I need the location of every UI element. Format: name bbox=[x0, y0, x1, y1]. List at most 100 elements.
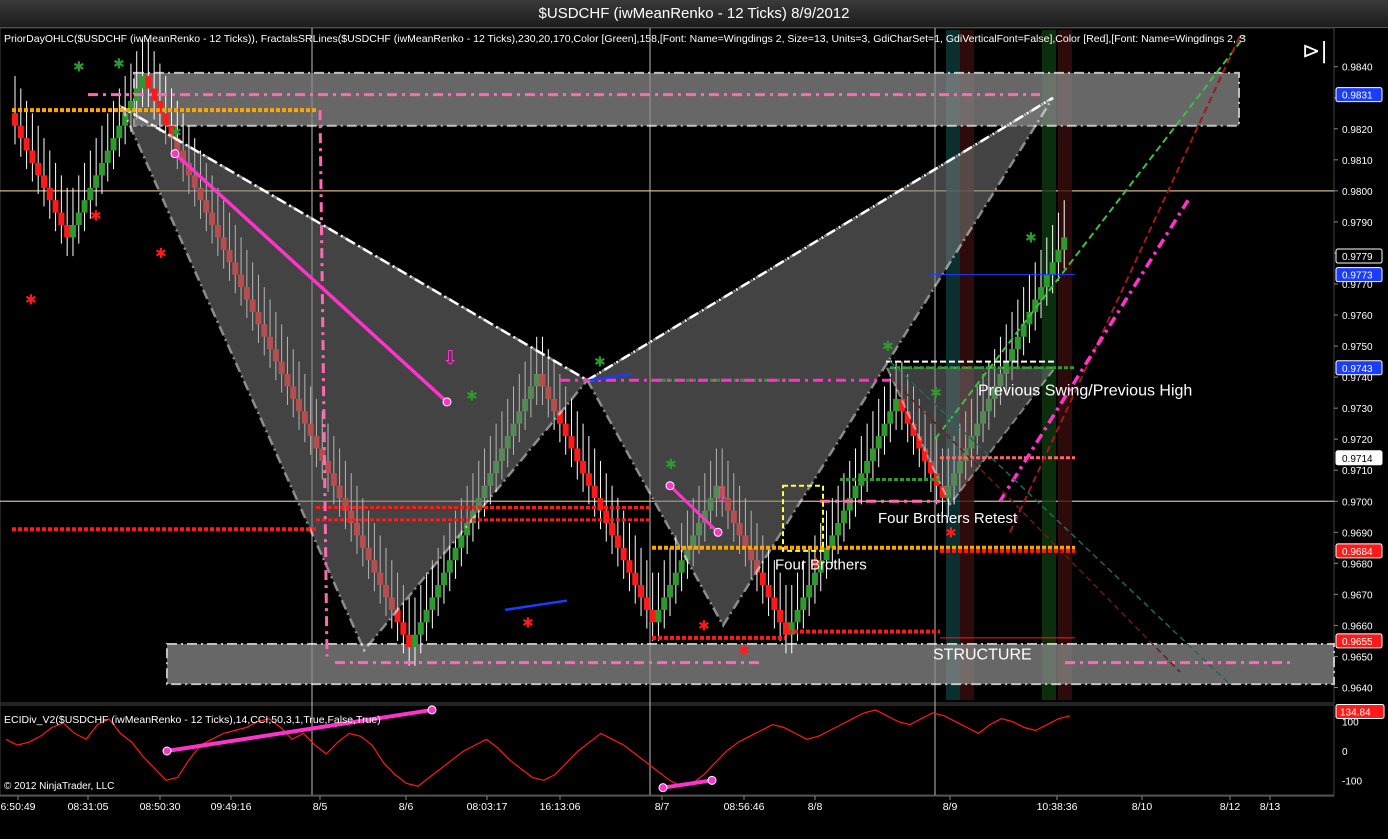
brick-up bbox=[93, 175, 100, 188]
brick-down bbox=[40, 175, 47, 188]
fractal-star-icon: ✱ bbox=[25, 293, 37, 309]
price-flag-label: 0.9714 bbox=[1342, 454, 1373, 465]
brick-up bbox=[1009, 349, 1016, 362]
y-tick-label: 0.9650 bbox=[1342, 652, 1373, 663]
divergence-point bbox=[713, 527, 723, 537]
brick-up bbox=[110, 138, 117, 151]
cci-divergence-point bbox=[707, 775, 717, 785]
fractal-star-icon: ✱ bbox=[698, 618, 710, 634]
annotation-label: Four Brothers Retest bbox=[878, 510, 1018, 527]
brick-down bbox=[585, 473, 592, 486]
brick-down bbox=[46, 187, 53, 201]
x-tick-label: 8/5 bbox=[313, 801, 328, 813]
y-tick-label: 0.9660 bbox=[1342, 621, 1373, 632]
brick-up bbox=[800, 597, 807, 610]
brick-down bbox=[35, 162, 42, 176]
brick-up bbox=[678, 560, 685, 573]
x-tick-label: 8/12 bbox=[1220, 801, 1241, 813]
brick-up bbox=[840, 510, 847, 523]
brick-up bbox=[75, 212, 82, 226]
brick-down bbox=[649, 609, 656, 623]
brick-up bbox=[811, 572, 818, 586]
fractal-star-icon: ✱ bbox=[594, 355, 606, 371]
brick-up bbox=[104, 150, 111, 163]
time-band bbox=[1058, 30, 1072, 700]
annotation-label: STRUCTURE bbox=[933, 647, 1032, 664]
brick-down bbox=[765, 585, 772, 598]
sub-price-flag-label: 134.84 bbox=[1340, 707, 1371, 718]
brick-down bbox=[23, 138, 30, 151]
sub-y-tick-label: 100 bbox=[1342, 718, 1359, 729]
price-flag-label: 0.9655 bbox=[1342, 637, 1373, 648]
y-tick-label: 0.9730 bbox=[1342, 404, 1373, 415]
sub-y-tick-label: 0 bbox=[1342, 747, 1348, 758]
fractal-star-icon: ✱ bbox=[113, 57, 125, 73]
divergence-arrow-icon: ⇩ bbox=[713, 482, 730, 506]
brick-up bbox=[852, 485, 859, 499]
fractal-star-icon: ✱ bbox=[665, 457, 677, 473]
brick-up bbox=[1061, 237, 1068, 250]
brick-down bbox=[400, 622, 407, 635]
brick-down bbox=[591, 485, 598, 499]
x-tick-label: 16:13:06 bbox=[540, 801, 581, 813]
x-tick-label: 8/7 bbox=[655, 801, 670, 813]
brick-down bbox=[626, 560, 633, 573]
brick-up bbox=[1020, 324, 1027, 337]
y-tick-label: 0.9800 bbox=[1342, 187, 1373, 198]
time-band bbox=[960, 30, 974, 700]
y-tick-label: 0.9670 bbox=[1342, 590, 1373, 601]
price-flag-label: 0.9831 bbox=[1342, 91, 1373, 102]
brick-up bbox=[440, 572, 447, 586]
time-band bbox=[946, 30, 960, 700]
indicator-label-main: PriorDayOHLC($USDCHF (iwMeanRenko - 12 T… bbox=[4, 33, 1246, 45]
price-flag-label: 0.9773 bbox=[1342, 271, 1373, 282]
brick-down bbox=[609, 522, 616, 536]
brick-down bbox=[406, 634, 413, 648]
y-tick-label: 0.9750 bbox=[1342, 342, 1373, 353]
brick-up bbox=[87, 187, 94, 201]
brick-down bbox=[162, 113, 169, 126]
brick-up bbox=[672, 572, 679, 586]
y-tick-label: 0.9820 bbox=[1342, 125, 1373, 136]
annotation-label: Four Brothers bbox=[775, 557, 867, 574]
brick-down bbox=[620, 547, 627, 561]
brick-up bbox=[806, 585, 813, 598]
brick-up bbox=[1049, 262, 1056, 275]
price-flag-label: 0.9743 bbox=[1342, 364, 1373, 375]
x-tick-label: 6:50:49 bbox=[0, 801, 35, 813]
fractal-star-icon: ✱ bbox=[1025, 230, 1037, 246]
indicator-label-sub: ECIDiv_V2($USDCHF (iwMeanRenko - 12 Tick… bbox=[4, 714, 381, 726]
brick-up bbox=[864, 460, 871, 474]
divergence-arrow-icon: ⇩ bbox=[442, 346, 459, 370]
x-tick-label: 10:38:36 bbox=[1037, 801, 1078, 813]
fractal-star-icon: ✱ bbox=[170, 125, 182, 141]
divergence-point bbox=[442, 397, 452, 407]
brick-down bbox=[643, 597, 650, 610]
brick-up bbox=[1055, 249, 1062, 263]
sub-y-tick-label: -100 bbox=[1342, 776, 1362, 787]
cci-divergence-point bbox=[658, 783, 668, 793]
fractal-star-icon: ✱ bbox=[738, 643, 750, 659]
brick-up bbox=[835, 522, 842, 536]
divergence-point bbox=[170, 149, 180, 159]
brick-down bbox=[29, 150, 36, 163]
x-tick-label: 09:49:16 bbox=[211, 801, 252, 813]
fractal-star-icon: ✱ bbox=[522, 615, 534, 631]
brick-up bbox=[893, 398, 900, 412]
x-tick-label: 8/9 bbox=[943, 801, 958, 813]
copyright-text: © 2012 NinjaTrader, LLC bbox=[4, 781, 115, 792]
x-tick-label: 8/6 bbox=[399, 801, 414, 813]
brick-down bbox=[568, 436, 575, 449]
brick-up bbox=[1014, 336, 1021, 350]
brick-up bbox=[794, 609, 801, 623]
cci-divergence-point bbox=[162, 746, 172, 756]
x-tick-label: 08:03:17 bbox=[467, 801, 508, 813]
x-tick-label: 08:56:46 bbox=[724, 801, 765, 813]
brick-up bbox=[667, 585, 674, 598]
y-tick-label: 0.9840 bbox=[1342, 63, 1373, 74]
x-tick-label: 08:50:30 bbox=[140, 801, 181, 813]
brick-up bbox=[81, 200, 88, 213]
price-flag-label: 0.9779 bbox=[1342, 252, 1373, 263]
price-flag-label: 0.9684 bbox=[1342, 547, 1373, 558]
brick-down bbox=[562, 423, 569, 437]
